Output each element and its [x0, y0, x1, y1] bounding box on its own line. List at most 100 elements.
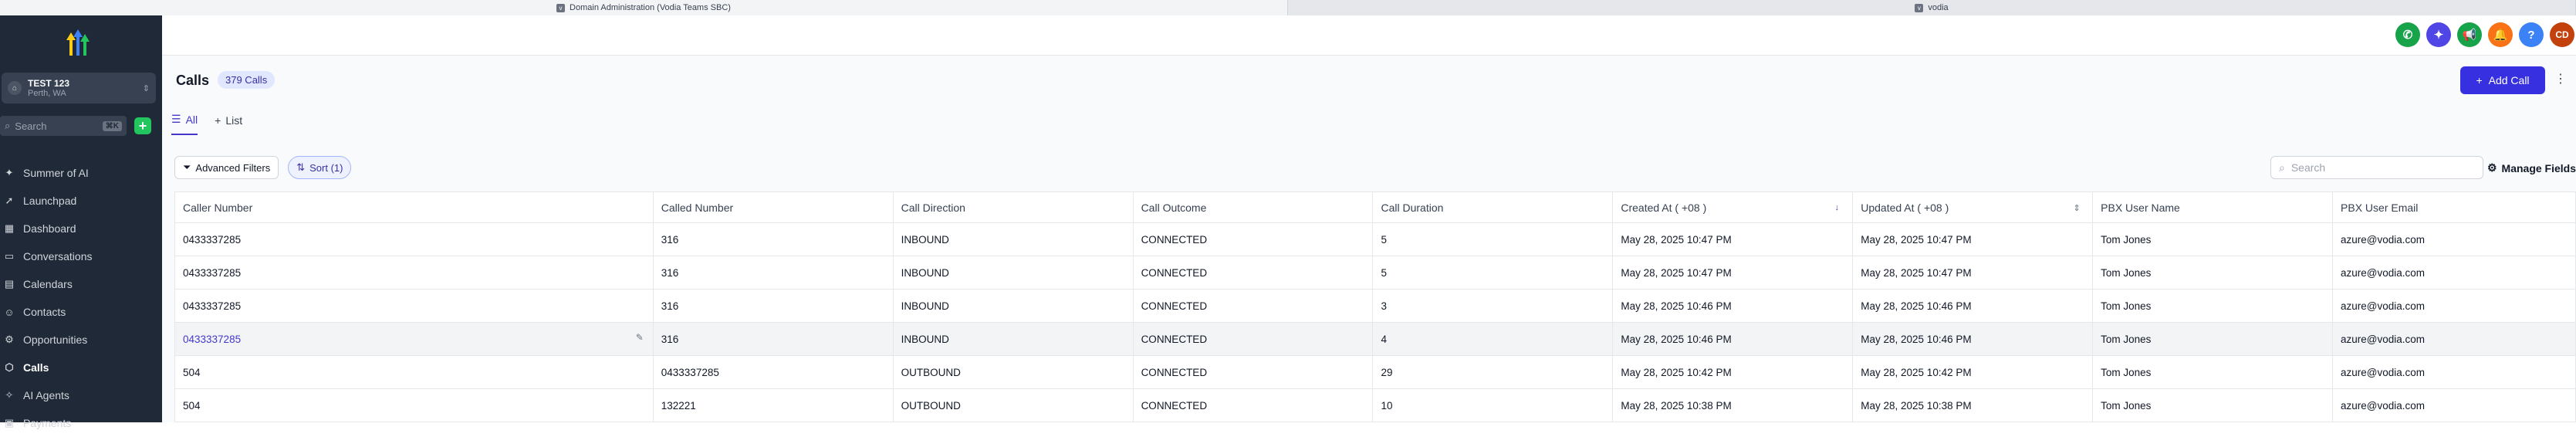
sort-desc-icon[interactable]: ↓ [1831, 202, 1843, 214]
cell-updated-at: May 28, 2025 10:38 PM [1852, 388, 2094, 422]
calls-count-badge: 379 Calls [218, 71, 276, 89]
column-header[interactable]: PBX User Name [2092, 191, 2334, 223]
sidebar-item-label: Calendars [23, 278, 73, 290]
advanced-filters-label: Advanced Filters [195, 161, 271, 174]
calls-icon: ⬡ [5, 361, 14, 373]
cell-call-direction: OUTBOUND [892, 355, 1134, 389]
sort-button[interactable]: ⇅ Sort (1) [288, 156, 352, 179]
quick-add-button[interactable]: + [134, 117, 151, 134]
main-content: ✆ ✦ 📢 🔔 ? CD Calls 379 Calls + Add Call … [162, 15, 2576, 422]
search-icon: ⌕ [5, 120, 11, 131]
sidebar-item-launchpad[interactable]: ➚ Launchpad [0, 187, 162, 215]
manage-fields-label: Manage Fields [2501, 161, 2576, 174]
view-tabs: ☰ All + List [171, 113, 242, 135]
cell-caller-number[interactable]: 504 [174, 355, 654, 389]
tab-label: All [185, 113, 198, 126]
advanced-filters-button[interactable]: ⏷ Advanced Filters [174, 156, 279, 179]
sidebar-item-conversations[interactable]: ▭ Conversations [0, 242, 162, 270]
sidebar-item-label: Contacts [23, 306, 66, 318]
sidebar-search-placeholder: Search [15, 120, 47, 132]
cell-called-number: 132221 [652, 388, 894, 422]
cell-call-outcome: CONNECTED [1132, 256, 1374, 290]
column-header[interactable]: Caller Number [174, 191, 654, 223]
tab-all[interactable]: ☰ All [171, 113, 198, 135]
bell-icon[interactable]: 🔔 [2488, 22, 2513, 47]
cell-call-outcome: CONNECTED [1132, 388, 1374, 422]
table-row[interactable]: 504 132221 OUTBOUND CONNECTED 10 May 28,… [174, 388, 2576, 422]
sidebar-item-ai-agents[interactable]: ✧ AI Agents [0, 381, 162, 409]
sort-label: Sort (1) [309, 161, 343, 174]
column-header-label: Created At ( +08 ) [1621, 201, 1707, 214]
sidebar-item-label: Payments [23, 417, 72, 429]
table-row[interactable]: 504 0433337285 OUTBOUND CONNECTED 29 May… [174, 355, 2576, 389]
sort-updown-icon[interactable]: ⇕ [2071, 202, 2083, 214]
cell-caller-number[interactable]: 0433337285 ✎ [174, 322, 654, 356]
cell-call-duration: 5 [1372, 222, 1614, 256]
cell-call-direction: INBOUND [892, 322, 1134, 356]
caller-number-link[interactable]: 0433337285 [183, 334, 241, 345]
cell-called-number: 316 [652, 256, 894, 290]
column-header[interactable]: Call Duration [1372, 191, 1614, 223]
cell-pbx-user-email: azure@vodia.com [2332, 355, 2576, 389]
filter-icon: ⏷ [183, 161, 191, 173]
column-header[interactable]: Called Number [652, 191, 894, 223]
pencil-icon[interactable]: ✎ [636, 332, 644, 343]
tab-list[interactable]: + List [215, 113, 242, 135]
sidebar-item-opportunities[interactable]: ⚙ Opportunities [0, 326, 162, 354]
cell-updated-at: May 28, 2025 10:47 PM [1852, 222, 2094, 256]
chevron-updown-icon: ⇕ [142, 83, 150, 93]
add-call-button[interactable]: + Add Call [2460, 66, 2545, 94]
cell-caller-number[interactable]: 0433337285 [174, 289, 654, 323]
sidebar-item-dashboard[interactable]: ▦ Dashboard [0, 215, 162, 242]
cell-caller-number[interactable]: 504 [174, 388, 654, 422]
cell-created-at: May 28, 2025 10:42 PM [1612, 355, 1854, 389]
column-header[interactable]: Call Outcome [1132, 191, 1374, 223]
vodia-favicon-icon: v [1915, 3, 1924, 12]
sidebar-item-summer-of-ai[interactable]: ✦ Summer of AI [0, 159, 162, 187]
cell-call-direction: INBOUND [892, 289, 1134, 323]
cell-call-outcome: CONNECTED [1132, 355, 1374, 389]
cell-updated-at: May 28, 2025 10:46 PM [1852, 289, 2094, 323]
sidebar-item-calls[interactable]: ⬡ Calls [0, 354, 162, 381]
cell-pbx-user-email: azure@vodia.com [2332, 388, 2576, 422]
cell-pbx-user-name: Tom Jones [2092, 355, 2334, 389]
table-row[interactable]: 0433337285 316 INBOUND CONNECTED 5 May 2… [174, 256, 2576, 290]
cell-call-duration: 5 [1372, 256, 1614, 290]
browser-tab-domain-admin[interactable]: v Domain Administration (Vodia Teams SBC… [0, 0, 1288, 15]
top-bar: ✆ ✦ 📢 🔔 ? CD [162, 15, 2576, 56]
sidebar-item-label: Launchpad [23, 195, 77, 207]
phone-icon[interactable]: ✆ [2395, 22, 2420, 47]
sort-arrows-icon: ⇅ [296, 161, 306, 173]
column-header-created-at[interactable]: Created At ( +08 ) ↓ [1612, 191, 1854, 223]
table-search-input[interactable]: ⌕ Search [2270, 156, 2483, 179]
sidebar: ⌂ TEST 123 Perth, WA ⇕ ⌕ Search ⌘K + ✦ S… [0, 15, 162, 429]
table-row[interactable]: 0433337285 316 INBOUND CONNECTED 5 May 2… [174, 222, 2576, 256]
sidebar-item-calendars[interactable]: ▤ Calendars [0, 270, 162, 298]
cell-call-duration: 10 [1372, 388, 1614, 422]
sidebar-search[interactable]: ⌕ Search ⌘K [0, 116, 127, 136]
help-icon[interactable]: ? [2519, 22, 2544, 47]
megaphone-icon[interactable]: 📢 [2457, 22, 2482, 47]
magic-wand-icon[interactable]: ✦ [2426, 22, 2451, 47]
account-switcher[interactable]: ⌂ TEST 123 Perth, WA ⇕ [2, 73, 156, 103]
cell-caller-number[interactable]: 0433337285 [174, 256, 654, 290]
top-actions: ✆ ✦ 📢 🔔 ? CD [2395, 22, 2574, 47]
cell-updated-at: May 28, 2025 10:42 PM [1852, 355, 2094, 389]
calendar-icon: ▤ [4, 278, 15, 290]
browser-tab-strip: v Domain Administration (Vodia Teams SBC… [0, 0, 2576, 15]
table-row[interactable]: 0433337285 ✎ 316 INBOUND CONNECTED 4 May… [174, 322, 2576, 356]
column-header[interactable]: PBX User Email [2332, 191, 2576, 223]
column-header[interactable]: Call Direction [892, 191, 1134, 223]
sidebar-item-label: Summer of AI [23, 167, 89, 179]
user-avatar[interactable]: CD [2550, 22, 2574, 47]
table-row[interactable]: 0433337285 316 INBOUND CONNECTED 3 May 2… [174, 289, 2576, 323]
manage-fields-button[interactable]: ⚙ Manage Fields [2487, 161, 2576, 174]
cell-called-number: 316 [652, 222, 894, 256]
cell-caller-number[interactable]: 0433337285 [174, 222, 654, 256]
sidebar-item-contacts[interactable]: ☺ Contacts [0, 298, 162, 326]
column-header-updated-at[interactable]: Updated At ( +08 ) ⇕ [1852, 191, 2094, 223]
account-name: TEST 123 [28, 78, 70, 89]
sidebar-item-payments[interactable]: ▣ Payments [0, 409, 162, 437]
more-options-icon[interactable]: ⋮ [2554, 71, 2567, 86]
browser-tab-vodia[interactable]: v vodia [1288, 0, 2576, 15]
